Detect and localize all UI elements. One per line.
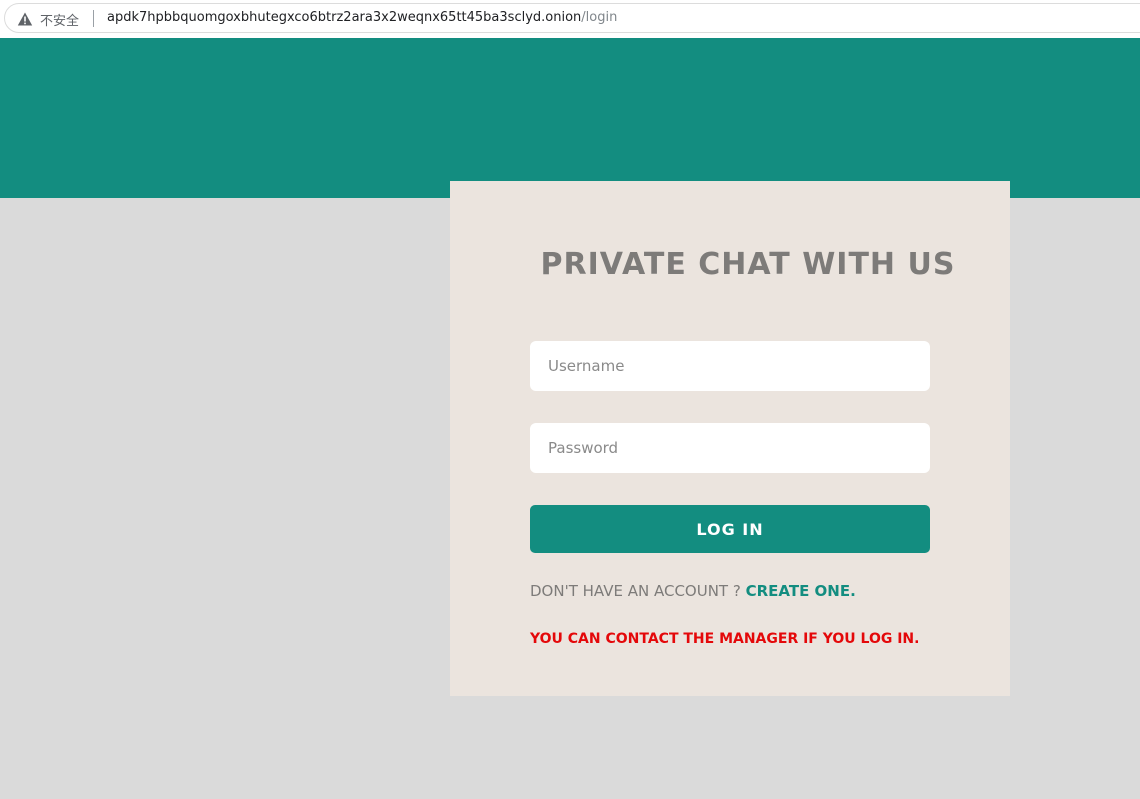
- omnibox[interactable]: 不安全 apdk7hpbbquomgoxbhutegxco6btrz2ara3x…: [4, 3, 1140, 33]
- security-status-label[interactable]: 不安全: [40, 10, 79, 29]
- password-input[interactable]: [530, 423, 930, 473]
- page-title: PRIVATE CHAT WITH US: [540, 247, 956, 282]
- no-account-text: DON'T HAVE AN ACCOUNT ?: [530, 582, 741, 600]
- url-host: apdk7hpbbquomgoxbhutegxco6btrz2ara3x2weq…: [107, 10, 582, 25]
- login-button[interactable]: LOG IN: [530, 505, 930, 553]
- login-card: PRIVATE CHAT WITH US LOG IN DON'T HAVE A…: [450, 181, 1010, 696]
- create-account-link[interactable]: CREATE ONE.: [746, 582, 856, 600]
- browser-address-bar: 不安全 apdk7hpbbquomgoxbhutegxco6btrz2ara3x…: [0, 0, 1140, 38]
- warning-triangle-icon[interactable]: [17, 11, 33, 27]
- url-text[interactable]: apdk7hpbbquomgoxbhutegxco6btrz2ara3x2weq…: [107, 10, 617, 25]
- url-path: /login: [581, 10, 618, 25]
- header-banner: [0, 38, 1140, 198]
- address-divider: [93, 10, 94, 27]
- manager-contact-note: YOU CAN CONTACT THE MANAGER IF YOU LOG I…: [530, 631, 920, 647]
- username-input[interactable]: [530, 341, 930, 391]
- signup-prompt: DON'T HAVE AN ACCOUNT ? CREATE ONE.: [530, 582, 856, 600]
